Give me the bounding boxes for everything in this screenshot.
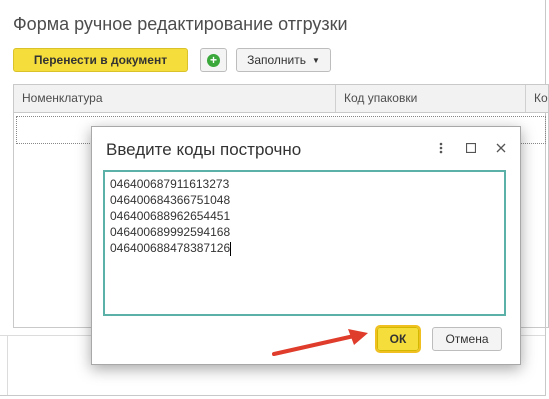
add-button[interactable]: + bbox=[200, 48, 227, 72]
ok-button[interactable]: ОК bbox=[375, 325, 421, 353]
more-vertical-icon[interactable] bbox=[434, 140, 448, 156]
codes-textarea[interactable]: 046400687911613273 046400684366751048 04… bbox=[103, 170, 506, 316]
divider bbox=[7, 336, 8, 395]
red-arrow-annotation bbox=[272, 329, 368, 356]
chevron-down-icon: ▼ bbox=[312, 55, 320, 65]
dialog-window-controls bbox=[434, 140, 508, 156]
fill-label: Заполнить bbox=[247, 53, 306, 67]
column-header-quantity[interactable]: Ко bbox=[526, 85, 548, 112]
cancel-button[interactable]: Отмена bbox=[432, 327, 502, 351]
fill-dropdown-button[interactable]: Заполнить ▼ bbox=[236, 48, 331, 72]
transfer-to-document-button[interactable]: Перенести в документ bbox=[13, 48, 188, 72]
maximize-icon[interactable] bbox=[464, 140, 478, 156]
dialog-title: Введите коды построчно bbox=[106, 140, 302, 159]
column-header-nomenclature[interactable]: Номенклатура bbox=[14, 85, 336, 112]
window-title: Форма ручное редактирование отгрузки bbox=[13, 14, 348, 34]
plus-circle-icon: + bbox=[207, 53, 220, 67]
table-header: Номенклатура Код упаковки Ко bbox=[14, 85, 548, 113]
text-cursor bbox=[230, 241, 232, 256]
close-icon[interactable] bbox=[494, 140, 508, 156]
column-header-package-code[interactable]: Код упаковки bbox=[336, 85, 526, 112]
codes-text: 046400687911613273 046400684366751048 04… bbox=[110, 177, 231, 255]
